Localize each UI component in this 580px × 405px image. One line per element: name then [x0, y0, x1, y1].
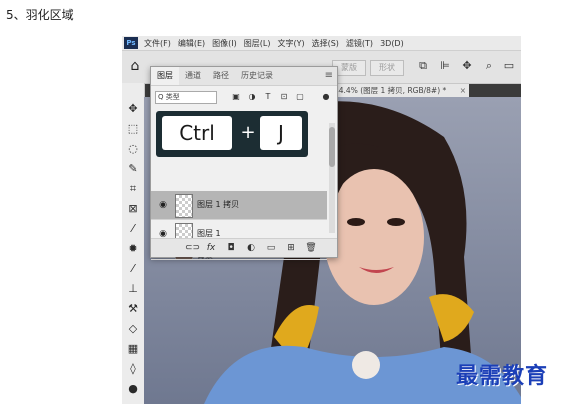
tools-panel: ✥ ⬚ ◌ ✎ ⌗ ⊠ ⁄ ✹ ⁄ ⊥ ⚒ ◇ ▦ ◊ ●: [122, 83, 145, 404]
menu-3d[interactable]: 3D(D): [380, 39, 404, 48]
healing-tool-icon[interactable]: ✹: [125, 241, 141, 257]
tab-layers[interactable]: 图层: [151, 67, 179, 85]
filter-type-select[interactable]: Q 类型: [155, 91, 217, 104]
lasso-tool-icon[interactable]: ◌: [125, 141, 141, 157]
tab-paths[interactable]: 路径: [207, 67, 235, 85]
eraser-tool-icon[interactable]: ◇: [125, 321, 141, 337]
layer-row[interactable]: ◉ 图层 1 拷贝: [151, 191, 327, 220]
ps-logo-icon: Ps: [124, 37, 138, 49]
move-tool-icon[interactable]: ✥: [125, 101, 141, 117]
photoshop-screenshot: Ps 文件(F) 编辑(E) 图像(I) 图层(L) 文字(Y) 选择(S) 滤…: [122, 36, 521, 404]
layers-footer: ⊂⊃ fx ◘ ◐ ▭ ⊞ 🗑: [151, 238, 337, 257]
type-filter-icon[interactable]: T: [263, 91, 273, 102]
menu-image[interactable]: 图像(I): [212, 38, 237, 49]
document-tab[interactable]: 44.4% (图层 1 拷贝, RGB/8#) * ×: [330, 84, 469, 97]
pixel-filter-icon[interactable]: ▣: [231, 91, 241, 102]
shortcut-overlay: Ctrl + J: [156, 111, 308, 157]
quick-select-tool-icon[interactable]: ✎: [125, 161, 141, 177]
link-icon[interactable]: ⊂⊃: [185, 242, 200, 254]
workspace-icon[interactable]: ▭: [502, 59, 516, 73]
search-icon[interactable]: ⌕: [482, 59, 496, 73]
section-heading: 5、羽化区域: [6, 8, 74, 22]
plus-sign: +: [240, 122, 256, 143]
dodge-tool-icon[interactable]: ●: [125, 381, 141, 397]
trash-icon[interactable]: 🗑: [305, 242, 317, 254]
mask-icon[interactable]: ◘: [225, 242, 237, 254]
layers-panel: 图层 通道 路径 历史记录 ≡ Q 类型 ▣ ◑ T ⊡ ▢ ● ◉ 图层 1 …: [150, 66, 338, 260]
tab-channels[interactable]: 通道: [179, 67, 207, 85]
panel-tabs: 图层 通道 路径 历史记录: [151, 67, 337, 86]
new-layer-icon[interactable]: ⊞: [285, 242, 297, 254]
eyedropper-tool-icon[interactable]: ⁄: [125, 221, 141, 237]
align-icon[interactable]: ⊫: [438, 59, 452, 73]
layers-scrollbar[interactable]: [329, 123, 335, 233]
menu-edit[interactable]: 编辑(E): [178, 38, 205, 49]
menu-type[interactable]: 文字(Y): [277, 38, 304, 49]
document-title: 44.4% (图层 1 拷贝, RGB/8#) *: [334, 86, 447, 95]
tab-history[interactable]: 历史记录: [235, 67, 279, 85]
transform-icon[interactable]: ✥: [460, 59, 474, 73]
shape-filter-icon[interactable]: ⊡: [279, 91, 289, 102]
layer-filter-row: Q 类型 ▣ ◑ T ⊡ ▢ ●: [155, 91, 331, 104]
shape-button[interactable]: 形状: [370, 60, 404, 76]
watermark-logo: 最需教育: [456, 363, 549, 389]
menu-filter[interactable]: 滤镜(T): [346, 38, 373, 49]
gradient-tool-icon[interactable]: ▦: [125, 341, 141, 357]
stamp-tool-icon[interactable]: ⊥: [125, 281, 141, 297]
scroll-thumb[interactable]: [329, 127, 335, 167]
adjustment-filter-icon[interactable]: ◑: [247, 91, 257, 102]
adjustment-icon[interactable]: ◐: [245, 242, 257, 254]
panel-menu-icon[interactable]: ≡: [325, 67, 333, 85]
marquee-tool-icon[interactable]: ⬚: [125, 121, 141, 137]
filter-toggle-icon[interactable]: ●: [321, 91, 331, 102]
menu-file[interactable]: 文件(F): [144, 38, 171, 49]
frame-tool-icon[interactable]: ⊠: [125, 201, 141, 217]
fx-icon[interactable]: fx: [205, 242, 217, 254]
menu-layer[interactable]: 图层(L): [244, 38, 271, 49]
menu-bar: Ps 文件(F) 编辑(E) 图像(I) 图层(L) 文字(Y) 选择(S) 滤…: [122, 36, 521, 51]
blur-tool-icon[interactable]: ◊: [125, 361, 141, 377]
brush-tool-icon[interactable]: ⁄: [125, 261, 141, 277]
arrange-icon[interactable]: ⧉: [416, 59, 430, 73]
visibility-eye-icon[interactable]: ◉: [157, 200, 169, 210]
smart-filter-icon[interactable]: ▢: [295, 91, 305, 102]
layer-thumbnail: [175, 194, 193, 218]
home-icon[interactable]: ⌂: [127, 58, 143, 74]
close-icon[interactable]: ×: [460, 84, 466, 97]
folder-icon[interactable]: ▭: [265, 242, 277, 254]
ctrl-key: Ctrl: [162, 116, 232, 150]
j-key: J: [260, 116, 302, 150]
history-brush-tool-icon[interactable]: ⚒: [125, 301, 141, 317]
layer-name: 图层 1 拷贝: [197, 200, 240, 209]
menu-select[interactable]: 选择(S): [312, 38, 339, 49]
crop-tool-icon[interactable]: ⌗: [125, 181, 141, 197]
